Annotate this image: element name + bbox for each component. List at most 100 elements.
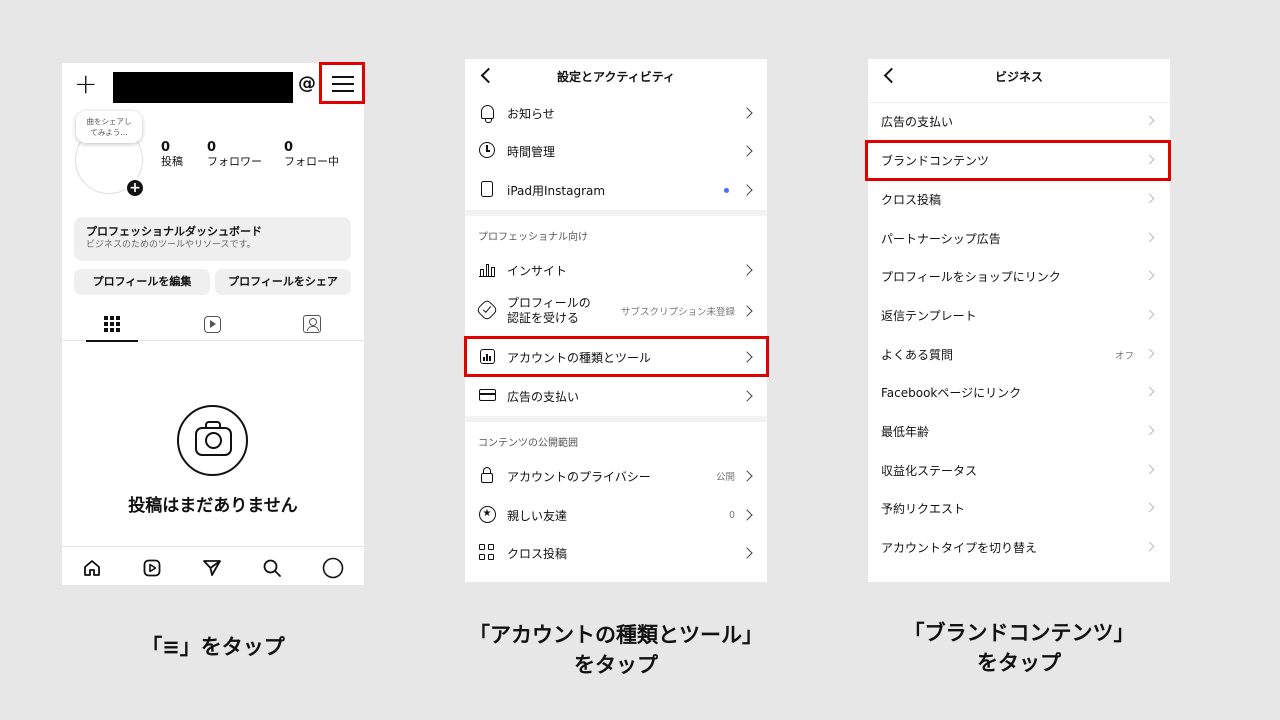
bar-chart-icon [479,262,495,277]
business-row-booking-requests[interactable]: 予約リクエスト [868,489,1170,528]
row-value: 0 [728,509,735,521]
settings-row-time-management[interactable]: 時間管理 [465,132,767,170]
caption-step-3: 「ブランドコンテンツ」 をタップ [903,621,1135,675]
row-label: お知らせ [507,106,555,121]
section-professional: プロフェッショナル向け [478,232,588,243]
posts-count[interactable]: 0 投稿 [161,141,183,169]
highlight-menu [319,62,365,104]
profile-avatar-icon[interactable] [322,557,344,579]
chevron-right-icon [741,305,753,317]
business-title: ビジネス [994,70,1043,84]
row-label: 親しい友達 [507,508,568,523]
business-row-faq[interactable]: よくある質問 オフ [868,335,1170,374]
section-content-visibility: コンテンツの公開範囲 [478,438,578,449]
settings-row-privacy[interactable]: アカウントのプライバシー 公開 [465,457,767,495]
star-circle-icon: ★ [478,505,496,523]
business-row-minimum-age[interactable]: 最低年齢 [868,412,1170,451]
lock-icon [481,466,493,483]
business-row-switch-account-type[interactable]: アカウントタイプを切り替え [868,528,1170,567]
share-profile-button[interactable]: プロフィールをシェア [215,269,351,295]
tab-grid[interactable] [62,307,162,342]
edit-profile-button[interactable]: プロフィールを編集 [74,269,210,295]
business-row-partnership-ads[interactable]: パートナーシップ広告 [868,219,1170,258]
caption-step-2: 「アカウントの種類とツール」 をタップ [469,623,763,677]
settings-row-close-friends[interactable]: ★ 親しい友達 0 [465,496,767,534]
chevron-right-icon [1144,115,1155,126]
clock-icon [479,142,495,158]
row-label: iPad用Instagram [507,183,606,198]
row-value: 公開 [715,472,735,483]
add-story-plus-icon[interactable]: + [125,178,145,198]
row-label: インサイト [507,263,568,278]
settings-row-crosspost[interactable]: クロス投稿 [465,534,767,572]
settings-screen: 設定とアクティビティ お知らせ 時間管理 iPad用Instagram プロフェ… [465,59,767,582]
divider [465,416,767,422]
tab-reels[interactable] [162,307,262,341]
create-plus-icon[interactable]: + [74,67,97,101]
redacted-username [113,72,293,103]
chevron-right-icon [741,547,753,559]
chevron-right-icon [741,390,753,402]
settings-row-ipad[interactable]: iPad用Instagram [465,171,767,209]
threads-icon[interactable]: @ [296,73,318,95]
profile-screen: + @ 曲をシェアし てみよう... + 0 投稿 0 フォロワー 0 フォロー中 プ… [62,63,364,585]
tagged-person-icon [303,315,321,333]
reels-icon [203,315,221,333]
highlight-account-tools [464,336,769,377]
business-row-shop-link[interactable]: プロフィールをショップにリンク [868,257,1170,296]
settings-row-ad-payments[interactable]: 広告の支払い [465,377,767,415]
chevron-right-icon [1144,386,1155,397]
row-label: 時間管理 [507,144,556,159]
business-row-monetization[interactable]: 収益化ステータス [868,451,1170,490]
profile-tabs [62,307,364,342]
settings-row-verification[interactable]: プロフィールの 認証を受ける サブスクリプション未登録 [465,290,767,332]
chevron-right-icon [741,107,753,119]
chevron-right-icon [1144,232,1155,243]
chevron-right-icon [741,470,753,482]
divider [465,210,767,216]
row-value: サブスクリプション未登録 [620,307,735,318]
tab-tagged[interactable] [262,307,362,341]
camera-lens-icon [205,432,222,449]
row-label: アカウントのプライバシー [507,469,651,484]
crosspost-grid-icon [479,544,495,560]
caption-step-1: 「≡」をタップ [141,635,285,659]
chevron-right-icon [741,184,753,196]
reels-nav-icon[interactable] [141,557,163,579]
chevron-right-icon [1144,425,1155,436]
followers-count[interactable]: 0 フォロワー [207,141,262,169]
settings-row-notifications[interactable]: お知らせ [465,94,767,132]
following-count[interactable]: 0 フォロー中 [284,141,339,169]
professional-dashboard[interactable]: プロフェッショナルダッシュボード ビジネスのためのツールやリソースです。 [74,217,351,261]
settings-row-insights[interactable]: インサイト [465,251,767,289]
search-icon[interactable] [261,557,283,579]
chevron-right-icon [1144,309,1155,320]
business-row-facebook-link[interactable]: Facebookページにリンク [868,373,1170,412]
no-posts-text: 投稿はまだありません [128,496,298,516]
row-label: 広告の支払い [507,389,580,404]
home-icon[interactable] [81,557,103,579]
bell-icon [480,105,494,123]
business-row-reply-templates[interactable]: 返信テンプレート [868,296,1170,335]
chevron-right-icon [1144,270,1155,281]
highlight-branded-content [865,140,1171,181]
note-bubble[interactable]: 曲をシェアし てみよう... [76,111,142,143]
send-icon[interactable] [201,557,223,579]
business-row-ad-payments[interactable]: 広告の支払い [868,102,1170,141]
chevron-right-icon [741,264,753,276]
ipad-icon [481,181,493,197]
credit-card-icon [478,389,496,401]
chevron-right-icon [741,509,753,521]
chevron-right-icon [1144,541,1155,552]
verified-badge-icon [475,298,499,322]
chevron-right-icon [741,145,753,157]
business-row-crosspost[interactable]: クロス投稿 [868,180,1170,219]
settings-title: 設定とアクティビティ [557,70,675,84]
business-screen: ビジネス 広告の支払い ブランドコンテンツ クロス投稿 パートナーシップ広告 プ… [868,59,1170,582]
chevron-right-icon [1144,193,1155,204]
row-label: プロフィールの 認証を受ける [507,296,591,325]
bottom-nav [62,546,364,585]
dashboard-title: プロフェッショナルダッシュボード [86,225,262,238]
dashboard-subtitle: ビジネスのためのツールやリソースです。 [86,240,256,250]
grid-icon [104,316,120,332]
